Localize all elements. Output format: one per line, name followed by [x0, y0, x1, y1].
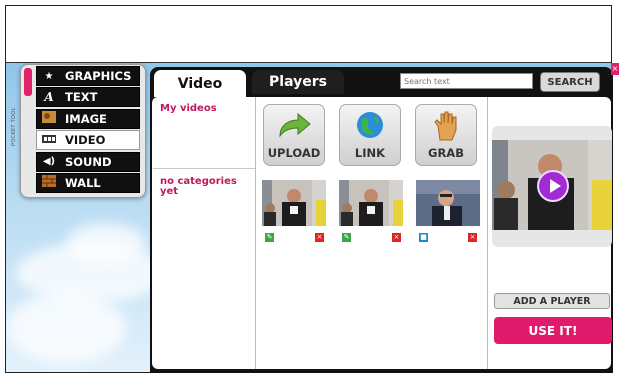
play-button[interactable] — [537, 170, 569, 202]
category-divider — [153, 168, 255, 169]
video-thumbnail[interactable] — [262, 180, 326, 226]
pocket-tool-strip[interactable] — [22, 66, 34, 193]
top-bar — [6, 6, 611, 62]
menu-item-label: VIDEO — [65, 133, 106, 148]
delete-icon[interactable]: × — [315, 233, 324, 242]
link-label: LINK — [354, 146, 386, 160]
menu-item-label: IMAGE — [65, 111, 107, 126]
delete-icon[interactable]: × — [392, 233, 401, 242]
link-button[interactable]: LINK — [339, 104, 401, 166]
wall-icon — [40, 175, 58, 190]
edit-icon[interactable]: ✎ — [265, 233, 274, 242]
tab-players[interactable]: Players — [252, 70, 344, 94]
film-icon — [40, 134, 58, 147]
speaker-icon: ◀) — [42, 156, 56, 168]
menu-item-video[interactable]: VIDEO — [36, 130, 140, 151]
cloud — [6, 293, 126, 363]
column-divider — [255, 97, 256, 369]
tab-video[interactable]: Video — [154, 70, 246, 97]
cloud — [66, 223, 146, 263]
upload-label: UPLOAD — [267, 146, 321, 160]
delete-icon[interactable]: × — [468, 233, 477, 242]
column-divider — [487, 97, 488, 369]
add-player-button[interactable]: ADD A PLAYER — [494, 293, 610, 309]
close-icon[interactable]: × — [611, 63, 619, 75]
menu-item-label: SOUND — [65, 154, 112, 169]
menu-item-label: WALL — [65, 175, 101, 190]
use-it-button[interactable]: USE IT! — [494, 317, 612, 344]
menu-item-label: TEXT — [65, 90, 98, 105]
category-my-videos[interactable]: My videos — [160, 103, 217, 114]
video-thumbnail[interactable] — [416, 180, 480, 226]
menu-item-wall[interactable]: WALL — [36, 172, 140, 193]
star-icon: ★ — [44, 70, 54, 82]
pocket-menu: ★ GRAPHICS A TEXT IMAGE VIDEO ◀) SOUND W… — [36, 66, 140, 194]
globe-icon — [340, 110, 400, 144]
hand-icon — [416, 110, 476, 146]
grab-label: GRAB — [428, 146, 464, 160]
menu-item-graphics[interactable]: ★ GRAPHICS — [36, 66, 140, 86]
pocket-tool-handle[interactable] — [24, 68, 32, 96]
menu-item-sound[interactable]: ◀) SOUND — [36, 151, 140, 172]
no-categories-text: no categories yet — [160, 176, 237, 197]
edit-icon[interactable]: ✎ — [342, 233, 351, 242]
letter-a-icon: A — [44, 90, 54, 105]
pocket-tool-label: POCKET TOOL — [11, 107, 17, 146]
image-icon — [40, 111, 58, 126]
info-icon[interactable]: ■ — [419, 233, 428, 242]
upload-arrow-icon — [264, 110, 324, 144]
video-thumbnail[interactable] — [339, 180, 403, 226]
menu-item-image[interactable]: IMAGE — [36, 108, 140, 129]
upload-button[interactable]: UPLOAD — [263, 104, 325, 166]
grab-button[interactable]: GRAB — [415, 104, 477, 166]
menu-item-text[interactable]: A TEXT — [36, 87, 140, 108]
menu-item-label: GRAPHICS — [65, 69, 132, 83]
search-button[interactable]: SEARCH — [540, 72, 600, 92]
search-input[interactable] — [400, 73, 533, 89]
